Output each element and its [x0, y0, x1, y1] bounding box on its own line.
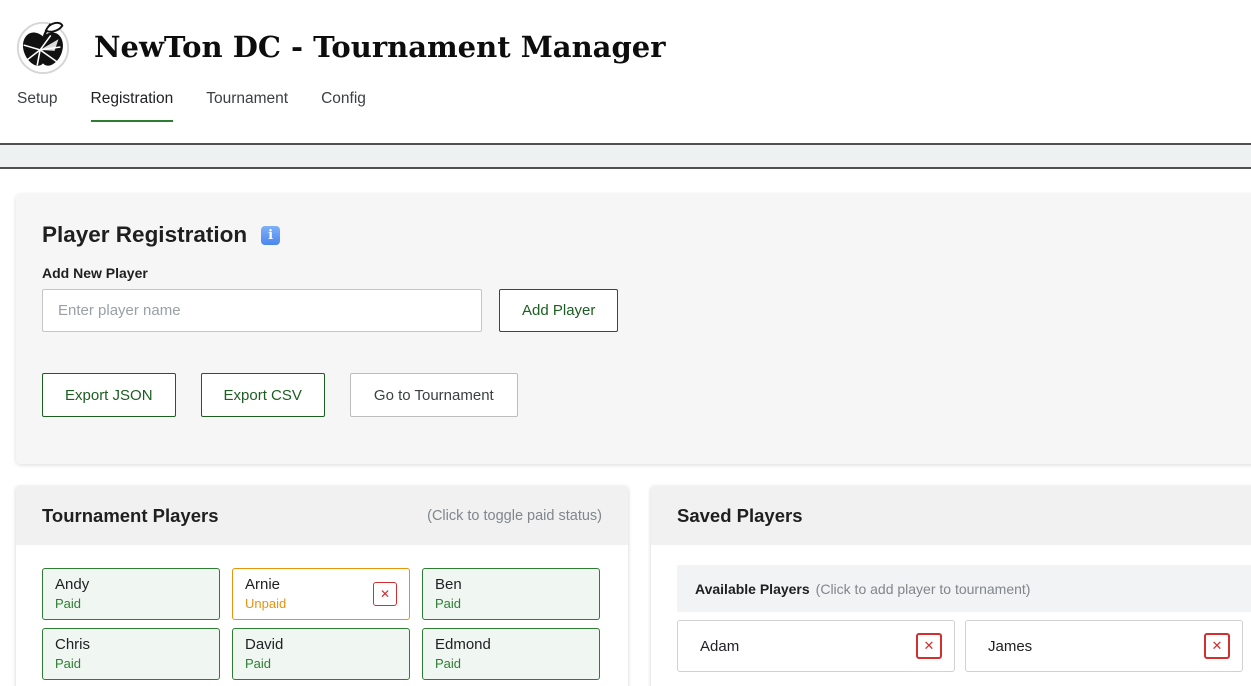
app-header: NewTon DC - Tournament Manager — [0, 0, 1251, 76]
export-csv-button[interactable]: Export CSV — [201, 373, 325, 417]
tournament-players-panel: Tournament Players (Click to toggle paid… — [16, 486, 628, 686]
tab-tournament[interactable]: Tournament — [206, 90, 288, 122]
club-logo-icon — [14, 18, 72, 76]
paid-status: Paid — [55, 656, 207, 671]
paid-status: Paid — [55, 596, 207, 611]
player-card-edmond[interactable]: Edmond Paid — [422, 628, 600, 680]
info-icon[interactable]: i — [261, 226, 280, 245]
player-card-david[interactable]: David Paid — [232, 628, 410, 680]
available-players-strip: Available Players (Click to add player t… — [677, 565, 1251, 612]
saved-players-panel: Saved Players Available Players (Click t… — [651, 486, 1251, 686]
add-player-button[interactable]: Add Player — [499, 289, 618, 332]
saved-player-james[interactable]: James ✕ — [965, 620, 1243, 672]
add-new-player-label: Add New Player — [42, 265, 1251, 281]
export-json-button[interactable]: Export JSON — [42, 373, 176, 417]
tournament-players-title: Tournament Players — [42, 505, 219, 527]
player-name-input[interactable] — [42, 289, 482, 332]
paid-status: Paid — [435, 656, 587, 671]
delete-saved-player-icon[interactable]: ✕ — [916, 633, 942, 659]
delete-saved-player-icon[interactable]: ✕ — [1204, 633, 1230, 659]
player-card-andy[interactable]: Andy Paid — [42, 568, 220, 620]
player-card-ben[interactable]: Ben Paid — [422, 568, 600, 620]
saved-player-adam[interactable]: Adam ✕ — [677, 620, 955, 672]
paid-status: Paid — [435, 596, 587, 611]
remove-player-icon[interactable]: ✕ — [373, 582, 397, 606]
page: NewTon DC - Tournament Manager Setup Reg… — [0, 0, 1251, 686]
available-players-hint: (Click to add player to tournament) — [816, 581, 1031, 597]
tournament-players-grid: Andy Paid Arnie Unpaid ✕ Ben Paid Chris — [42, 568, 602, 680]
page-title: NewTon DC - Tournament Manager — [94, 30, 665, 64]
available-players-label: Available Players — [695, 581, 810, 597]
paid-status: Paid — [245, 656, 397, 671]
saved-players-grid: Adam ✕ James ✕ — [677, 620, 1251, 672]
toggle-paid-hint: (Click to toggle paid status) — [427, 508, 602, 524]
player-card-chris[interactable]: Chris Paid — [42, 628, 220, 680]
goto-tournament-button[interactable]: Go to Tournament — [350, 373, 518, 417]
divider-band — [0, 143, 1251, 169]
tab-config[interactable]: Config — [321, 90, 366, 122]
main-nav: Setup Registration Tournament Config — [0, 90, 1251, 122]
player-registration-card: Player Registration i Add New Player Add… — [16, 194, 1251, 464]
section-title: Player Registration — [42, 222, 247, 248]
tab-setup[interactable]: Setup — [17, 90, 58, 122]
player-card-arnie[interactable]: Arnie Unpaid ✕ — [232, 568, 410, 620]
panels-row: Tournament Players (Click to toggle paid… — [16, 486, 1251, 686]
saved-players-title: Saved Players — [677, 505, 802, 527]
tab-registration[interactable]: Registration — [91, 90, 174, 122]
